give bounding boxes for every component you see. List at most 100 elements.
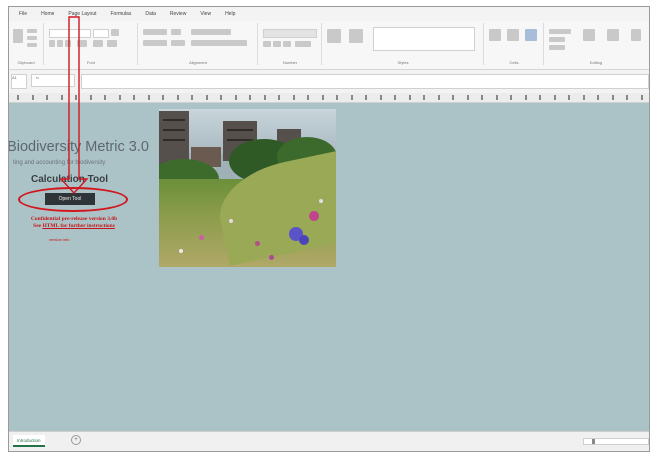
- font-size-select[interactable]: [93, 29, 109, 38]
- column-letter[interactable]: [568, 95, 570, 100]
- column-letter[interactable]: [249, 95, 251, 100]
- column-letter[interactable]: [379, 95, 382, 100]
- column-letter[interactable]: [60, 95, 63, 100]
- wrap-text-button[interactable]: [191, 29, 231, 35]
- italic-icon[interactable]: [57, 40, 63, 47]
- column-letter[interactable]: [133, 95, 135, 100]
- column-letter[interactable]: [234, 95, 237, 100]
- cell-styles-gallery[interactable]: [373, 27, 475, 51]
- column-letter[interactable]: [437, 95, 440, 100]
- fill-icon[interactable]: [549, 37, 565, 42]
- horizontal-scrollbar[interactable]: [583, 438, 649, 445]
- insert-cells-icon[interactable]: [489, 29, 501, 41]
- conditional-formatting-icon[interactable]: [327, 29, 341, 43]
- copy-icon[interactable]: [27, 36, 37, 40]
- percent-icon[interactable]: [273, 41, 281, 47]
- grow-font-icon[interactable]: [111, 29, 119, 36]
- number-format-select[interactable]: [263, 29, 317, 38]
- merge-center-button[interactable]: [191, 40, 247, 46]
- format-painter-icon[interactable]: [27, 43, 37, 47]
- ribbon-group-cells: Cells: [485, 23, 544, 65]
- column-letter[interactable]: [147, 95, 150, 100]
- decimal-icon[interactable]: [295, 41, 311, 47]
- fill-color-icon[interactable]: [93, 40, 103, 47]
- column-letter[interactable]: [162, 95, 164, 100]
- menu-view[interactable]: View: [200, 11, 211, 17]
- column-letter[interactable]: [205, 95, 208, 100]
- column-letter[interactable]: [365, 95, 367, 100]
- indent-icon[interactable]: [171, 40, 185, 46]
- column-letter[interactable]: [89, 95, 92, 100]
- scrollbar-thumb[interactable]: [592, 439, 595, 444]
- column-letter[interactable]: [176, 95, 179, 100]
- menu-data[interactable]: Data: [145, 11, 156, 17]
- delete-cells-icon[interactable]: [507, 29, 519, 41]
- column-letter[interactable]: [539, 95, 541, 100]
- formula-input[interactable]: [81, 74, 649, 89]
- menu-formulas[interactable]: Formulas: [111, 11, 132, 17]
- currency-icon[interactable]: [263, 41, 271, 47]
- name-box[interactable]: A1: [11, 74, 27, 89]
- comma-icon[interactable]: [283, 41, 291, 47]
- column-letter[interactable]: [640, 95, 643, 100]
- font-color-icon[interactable]: [107, 40, 117, 47]
- column-letter[interactable]: [495, 95, 498, 100]
- column-letter[interactable]: [481, 95, 483, 100]
- menu-review[interactable]: Review: [170, 11, 186, 17]
- column-letter[interactable]: [104, 95, 106, 100]
- border-icon[interactable]: [77, 40, 87, 47]
- menu-file[interactable]: File: [19, 11, 27, 17]
- column-letter[interactable]: [423, 95, 425, 100]
- column-letter[interactable]: [263, 95, 266, 100]
- column-letter[interactable]: [553, 95, 556, 100]
- orientation-icon[interactable]: [171, 29, 181, 35]
- column-letter[interactable]: [466, 95, 469, 100]
- align-left-icon[interactable]: [143, 40, 167, 46]
- column-letter[interactable]: [118, 95, 121, 100]
- column-letter[interactable]: [452, 95, 454, 100]
- cut-icon[interactable]: [27, 29, 37, 33]
- column-letter[interactable]: [510, 95, 512, 100]
- column-letter[interactable]: [582, 95, 585, 100]
- column-letter[interactable]: [75, 95, 77, 100]
- column-letter[interactable]: [350, 95, 353, 100]
- column-letter[interactable]: [292, 95, 295, 100]
- fx-label[interactable]: fx: [31, 74, 75, 87]
- column-letter[interactable]: [191, 95, 193, 100]
- open-tool-button[interactable]: Open Tool: [45, 193, 95, 205]
- column-letter[interactable]: [394, 95, 396, 100]
- ideas-icon[interactable]: [631, 29, 641, 41]
- column-letter[interactable]: [220, 95, 222, 100]
- column-letter[interactable]: [46, 95, 48, 100]
- autosum-icon[interactable]: [549, 29, 571, 34]
- instructions-link[interactable]: HTML for further instructions: [42, 223, 114, 229]
- menu-home[interactable]: Home: [41, 11, 54, 17]
- align-top-icon[interactable]: [143, 29, 167, 35]
- format-cells-icon[interactable]: [525, 29, 537, 41]
- format-as-table-icon[interactable]: [349, 29, 363, 43]
- column-letter[interactable]: [336, 95, 338, 100]
- font-name-select[interactable]: [49, 29, 91, 38]
- add-sheet-button[interactable]: +: [71, 435, 81, 445]
- column-letter[interactable]: [611, 95, 614, 100]
- column-letter[interactable]: [31, 95, 34, 100]
- column-letter[interactable]: [278, 95, 280, 100]
- bold-icon[interactable]: [49, 40, 55, 47]
- paste-icon[interactable]: [13, 29, 23, 43]
- clear-icon[interactable]: [549, 45, 565, 50]
- column-letter[interactable]: [17, 95, 19, 100]
- column-letter[interactable]: [597, 95, 599, 100]
- ribbon-group-label: Number: [282, 60, 298, 65]
- column-letter[interactable]: [626, 95, 628, 100]
- menu-help[interactable]: Help: [225, 11, 235, 17]
- sheet-tab-introduction[interactable]: Introduction: [13, 435, 45, 447]
- sort-filter-icon[interactable]: [583, 29, 595, 41]
- menu-page-layout[interactable]: Page Layout: [68, 11, 96, 17]
- underline-icon[interactable]: [65, 40, 71, 47]
- photo-window-row: [163, 129, 185, 131]
- column-letter[interactable]: [321, 95, 324, 100]
- column-letter[interactable]: [408, 95, 411, 100]
- column-letter[interactable]: [524, 95, 527, 100]
- column-letter[interactable]: [307, 95, 309, 100]
- find-select-icon[interactable]: [607, 29, 619, 41]
